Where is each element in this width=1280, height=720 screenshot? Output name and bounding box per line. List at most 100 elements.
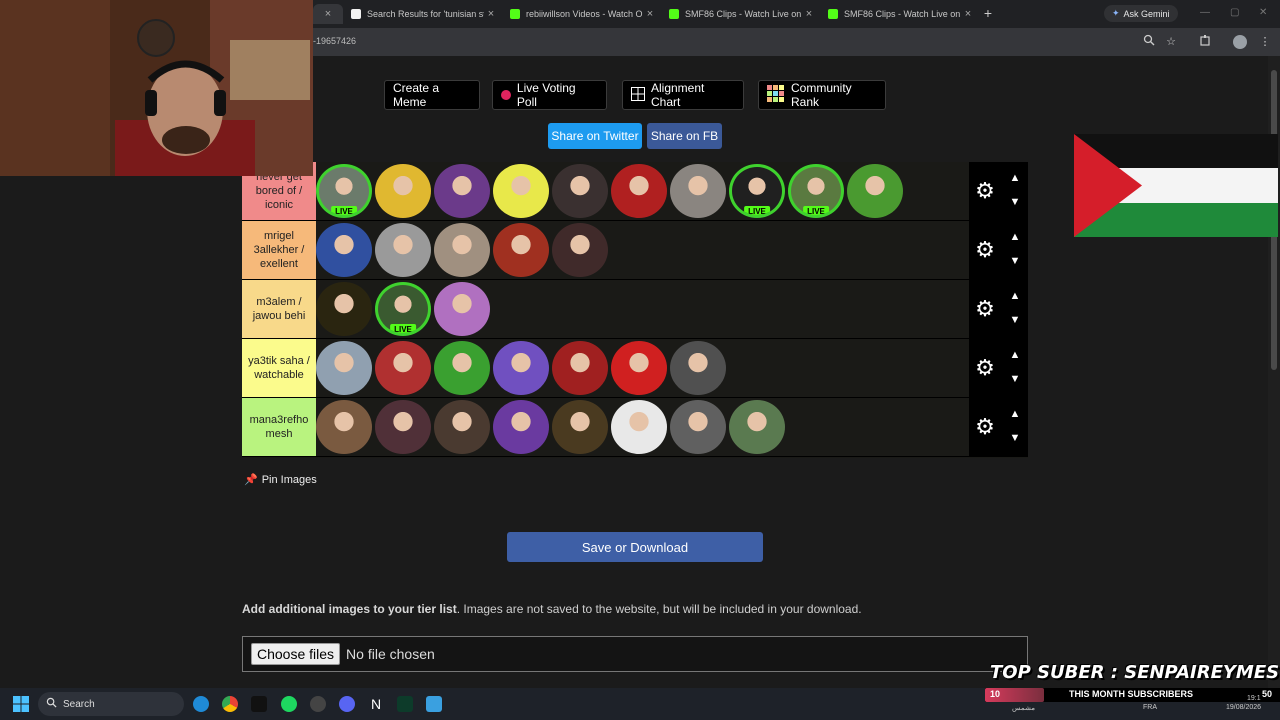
streamer-avatar[interactable] xyxy=(552,223,608,277)
tab-rebiiwillson[interactable]: rebiiwillson Videos - Watch On × xyxy=(502,4,657,24)
sparkle-icon: ✦ xyxy=(1112,8,1120,18)
streamer-avatar[interactable]: LIVE xyxy=(788,164,844,218)
streamer-avatar[interactable] xyxy=(552,341,608,395)
streamer-avatar[interactable] xyxy=(434,282,490,336)
live-voting-poll-button[interactable]: Live Voting Poll xyxy=(492,80,607,110)
url-field[interactable]: -19657426 xyxy=(313,36,356,46)
bookmark-star-icon[interactable]: ☆ xyxy=(1163,34,1179,50)
notion-icon[interactable]: N xyxy=(368,696,384,712)
gear-icon[interactable]: ⚙ xyxy=(973,415,997,439)
share-facebook-button[interactable]: Share on FB xyxy=(647,123,722,149)
streamer-avatar[interactable] xyxy=(316,400,372,454)
streamer-avatar[interactable]: LIVE xyxy=(316,164,372,218)
create-meme-button[interactable]: Create a Meme xyxy=(384,80,480,110)
close-tab-icon[interactable]: × xyxy=(961,8,975,20)
move-down-icon[interactable]: ▼ xyxy=(1007,432,1023,444)
tier-label[interactable]: mana3refho mesh xyxy=(242,398,316,456)
alignment-chart-button[interactable]: Alignment Chart xyxy=(622,80,744,110)
streamer-avatar[interactable] xyxy=(729,400,785,454)
photos-icon[interactable] xyxy=(426,696,442,712)
streamer-avatar[interactable] xyxy=(434,223,490,277)
tiktok-icon[interactable] xyxy=(251,696,267,712)
edge-icon[interactable] xyxy=(193,696,209,712)
move-up-icon[interactable]: ▲ xyxy=(1007,172,1023,184)
community-rank-button[interactable]: Community Rank xyxy=(758,80,886,110)
streamer-avatar[interactable] xyxy=(316,223,372,277)
menu-kebab-icon[interactable]: ⋮ xyxy=(1257,34,1273,50)
tab-smf86-1[interactable]: SMF86 Clips - Watch Live on Ki × xyxy=(661,4,816,24)
streamer-avatar[interactable] xyxy=(493,164,549,218)
tier-label[interactable]: m3alem / jawou behi xyxy=(242,280,316,338)
streamer-avatar[interactable] xyxy=(375,400,431,454)
streamer-avatar[interactable] xyxy=(375,341,431,395)
obs-icon[interactable] xyxy=(310,696,326,712)
close-window-icon[interactable]: ✕ xyxy=(1259,7,1267,18)
choose-files-button[interactable]: Choose files xyxy=(251,643,341,665)
streamer-avatar[interactable] xyxy=(493,400,549,454)
tier-label[interactable]: mrigel 3allekher / exellent xyxy=(242,221,316,279)
file-input[interactable]: Choose files No file chosen xyxy=(242,636,1028,672)
streamer-avatar[interactable] xyxy=(316,282,372,336)
ask-gemini-button[interactable]: ✦ Ask Gemini xyxy=(1104,5,1178,22)
streamer-avatar[interactable] xyxy=(611,400,667,454)
tab-search-results[interactable]: Search Results for 'tunisian stre × xyxy=(343,4,498,24)
move-up-icon[interactable]: ▲ xyxy=(1007,408,1023,420)
close-tab-icon[interactable]: × xyxy=(643,8,657,20)
move-down-icon[interactable]: ▼ xyxy=(1007,255,1023,267)
streamer-avatar[interactable] xyxy=(670,341,726,395)
close-tab-icon[interactable]: × xyxy=(321,8,335,20)
tab-partial[interactable]: × xyxy=(313,4,343,24)
move-down-icon[interactable]: ▼ xyxy=(1007,196,1023,208)
terminal-icon[interactable] xyxy=(397,696,413,712)
tier-label[interactable]: ya3tik saha / watchable xyxy=(242,339,316,397)
gear-icon[interactable]: ⚙ xyxy=(973,238,997,262)
streamer-avatar[interactable] xyxy=(493,341,549,395)
minimize-icon[interactable]: — xyxy=(1200,7,1210,18)
streamer-avatar[interactable] xyxy=(434,164,490,218)
move-up-icon[interactable]: ▲ xyxy=(1007,349,1023,361)
ask-gemini-label: Ask Gemini xyxy=(1123,8,1170,19)
taskbar-search[interactable]: Search xyxy=(38,692,184,716)
extensions-icon[interactable] xyxy=(1197,34,1213,50)
spotify-icon[interactable] xyxy=(281,696,297,712)
profile-avatar[interactable] xyxy=(1233,35,1247,49)
streamer-avatar[interactable]: LIVE xyxy=(729,164,785,218)
streamer-avatar[interactable] xyxy=(670,400,726,454)
chrome-icon[interactable] xyxy=(222,696,238,712)
streamer-avatar[interactable] xyxy=(434,400,490,454)
streamer-avatar[interactable] xyxy=(611,164,667,218)
streamer-avatar[interactable] xyxy=(670,164,726,218)
streamer-avatar[interactable] xyxy=(375,223,431,277)
close-tab-icon[interactable]: × xyxy=(484,8,498,20)
language-indicator[interactable]: FRA xyxy=(1143,704,1157,711)
streamer-avatar[interactable]: LIVE xyxy=(375,282,431,336)
clock-time[interactable]: 19:1 xyxy=(1247,695,1261,702)
gear-icon[interactable]: ⚙ xyxy=(973,179,997,203)
streamer-avatar[interactable] xyxy=(316,341,372,395)
zoom-icon[interactable] xyxy=(1141,34,1157,50)
windows-start-icon[interactable] xyxy=(13,696,29,712)
save-download-button[interactable]: Save or Download xyxy=(507,532,763,562)
new-tab-button[interactable]: + xyxy=(980,5,996,21)
discord-icon[interactable] xyxy=(339,696,355,712)
clock-date[interactable]: 19/08/2026 xyxy=(1226,704,1261,711)
move-down-icon[interactable]: ▼ xyxy=(1007,314,1023,326)
streamer-avatar[interactable] xyxy=(434,341,490,395)
streamer-avatar[interactable] xyxy=(375,164,431,218)
streamer-avatar[interactable] xyxy=(552,400,608,454)
close-tab-icon[interactable]: × xyxy=(802,8,816,20)
community-rank-label: Community Rank xyxy=(791,81,852,109)
move-down-icon[interactable]: ▼ xyxy=(1007,373,1023,385)
gear-icon[interactable]: ⚙ xyxy=(973,356,997,380)
pin-images-toggle[interactable]: 📌 Pin Images xyxy=(244,473,317,487)
tab-smf86-2[interactable]: SMF86 Clips - Watch Live on Ki × xyxy=(820,4,975,24)
move-up-icon[interactable]: ▲ xyxy=(1007,290,1023,302)
move-up-icon[interactable]: ▲ xyxy=(1007,231,1023,243)
share-twitter-button[interactable]: Share on Twitter xyxy=(548,123,642,149)
maximize-icon[interactable]: ▢ xyxy=(1230,7,1239,18)
gear-icon[interactable]: ⚙ xyxy=(973,297,997,321)
streamer-avatar[interactable] xyxy=(552,164,608,218)
streamer-avatar[interactable] xyxy=(847,164,903,218)
streamer-avatar[interactable] xyxy=(611,341,667,395)
streamer-avatar[interactable] xyxy=(493,223,549,277)
